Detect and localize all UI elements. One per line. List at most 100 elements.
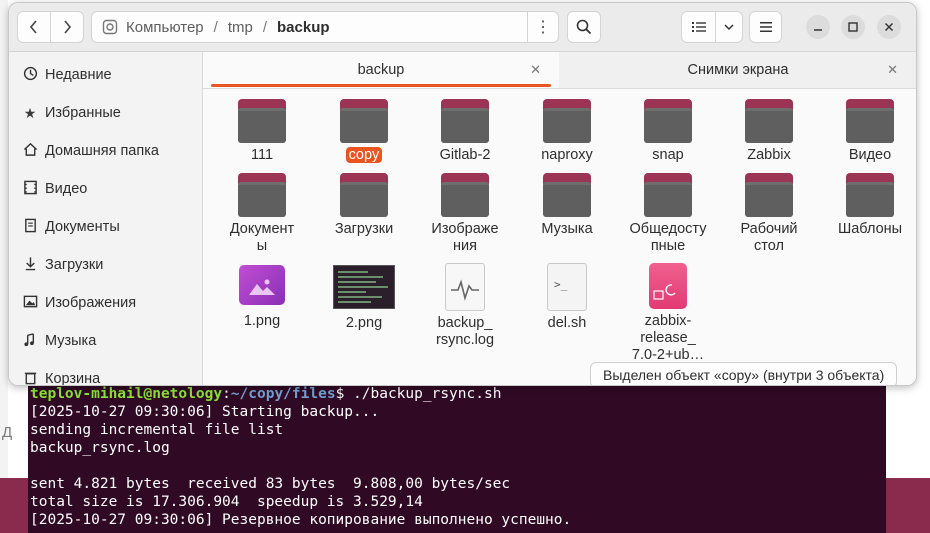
sidebar-item-label: Домашняя папка — [45, 143, 159, 159]
back-button[interactable] — [17, 11, 51, 43]
folder-item[interactable]: Рабочий стол — [719, 173, 819, 255]
file-item[interactable]: zabbix-release_ 7.0-2+ub… — [618, 263, 718, 364]
desktop-background — [0, 0, 8, 533]
folder-item[interactable]: Загрузки — [314, 173, 414, 238]
file-label: backup_ rsync.log — [415, 315, 515, 349]
file-label: 2.png — [314, 315, 414, 332]
home-icon — [21, 142, 39, 160]
folder-icon — [543, 173, 591, 217]
folder-item[interactable]: 111 — [212, 99, 312, 164]
folder-icon — [644, 173, 692, 217]
file-label-line: Шаблоны — [837, 221, 903, 237]
terminal-line: [2025-10-27 09:30:06] Резервное копирова… — [30, 512, 572, 528]
path-separator: / — [213, 18, 218, 36]
folder-icon — [441, 173, 489, 217]
file-label: Zabbix — [747, 147, 791, 163]
star-icon: ★ — [23, 104, 37, 121]
sidebar-item-documents[interactable]: Документы — [9, 208, 202, 246]
file-item[interactable]: 2.png — [314, 265, 414, 332]
terminal-window[interactable]: teplov-mihail@netology:~/copy/files$ ./b… — [28, 380, 886, 533]
folder-item[interactable]: Видео — [820, 99, 916, 164]
log-file-icon — [445, 263, 485, 311]
folder-item[interactable]: Музыка — [517, 173, 617, 238]
sidebar-item-label: Корзина — [45, 371, 101, 386]
download-icon — [21, 256, 39, 274]
close-tab-icon[interactable]: ✕ — [530, 62, 541, 78]
sidebar-item-trash[interactable]: Корзина — [9, 360, 202, 386]
path-menu-button[interactable]: ⋮ — [527, 12, 558, 42]
folder-item[interactable]: Zabbix — [719, 99, 819, 164]
path-segment-current[interactable]: backup — [277, 19, 330, 36]
sidebar-item-label: Избранные — [45, 105, 121, 121]
sidebar-item-music[interactable]: Музыка — [9, 322, 202, 360]
image-icon — [21, 294, 39, 312]
drive-icon — [102, 19, 118, 35]
sidebar-item-recent[interactable]: Недавние — [9, 56, 202, 94]
search-icon — [576, 19, 592, 35]
search-button[interactable] — [567, 11, 601, 43]
file-label-line: ы — [256, 238, 268, 254]
file-label: Изображе ния — [415, 221, 515, 255]
file-label: zabbix-release_ 7.0-2+ub… — [618, 313, 718, 364]
file-label-line: Загрузки — [334, 221, 394, 237]
file-item[interactable]: 1.png — [212, 265, 312, 330]
close-tab-icon[interactable]: ✕ — [887, 62, 898, 78]
folder-item[interactable]: Докумeнт ы — [212, 173, 312, 255]
file-manager-window: Компьютер / tmp / backup ⋮ Недавние ★ Из… — [8, 2, 917, 386]
file-label-line: Рабочий — [740, 221, 798, 237]
sidebar-item-starred[interactable]: ★ Избранные — [9, 94, 202, 132]
trash-icon — [21, 370, 39, 385]
file-label-line: стол — [754, 238, 784, 254]
path-bar[interactable]: Компьютер / tmp / backup ⋮ — [91, 11, 559, 43]
tab-label: backup — [357, 62, 405, 78]
file-label: Gitlab-2 — [439, 147, 491, 163]
folder-icon — [745, 173, 793, 217]
minimize-button[interactable] — [806, 15, 830, 39]
close-button[interactable] — [877, 15, 901, 39]
shell-script-icon: >_ — [547, 263, 587, 311]
view-mode-button[interactable] — [681, 11, 716, 43]
minimize-icon — [814, 29, 822, 31]
file-item[interactable]: >_ del.sh — [517, 263, 617, 332]
folder-item[interactable]: Изображе ния — [415, 173, 515, 255]
clock-icon — [21, 66, 39, 84]
selected-label: copy — [345, 147, 383, 163]
file-label-line: Докумeнт — [229, 221, 295, 237]
file-label: Общедосту пные — [618, 221, 718, 255]
main-menu-button[interactable] — [749, 11, 782, 43]
tab-backup[interactable]: backup ✕ — [203, 52, 559, 88]
file-label-line: Изображе — [431, 221, 499, 237]
folder-icon — [745, 99, 793, 143]
terminal-line: sending incremental file list — [30, 422, 284, 438]
forward-button[interactable] — [50, 11, 84, 43]
sidebar-item-downloads[interactable]: Загрузки — [9, 246, 202, 284]
sidebar-item-pictures[interactable]: Изображения — [9, 284, 202, 322]
file-item[interactable]: backup_ rsync.log — [415, 263, 515, 349]
sidebar-item-home[interactable]: Домашняя папка — [9, 132, 202, 170]
folder-item[interactable]: naproxy — [517, 99, 617, 164]
film-icon — [21, 180, 39, 198]
file-label-line: Музыка — [541, 221, 593, 237]
folder-item-selected[interactable]: copy — [314, 99, 414, 164]
folder-item[interactable]: snap — [618, 99, 718, 164]
view-options-dropdown[interactable] — [715, 11, 743, 43]
sidebar-item-videos[interactable]: Видео — [9, 170, 202, 208]
chevron-down-icon — [724, 24, 734, 31]
prompt-path: ~/copy/files — [230, 386, 336, 402]
path-segment-computer[interactable]: Компьютер — [126, 19, 204, 36]
folder-icon — [846, 173, 894, 217]
maximize-icon — [848, 22, 858, 32]
folder-item[interactable]: Gitlab-2 — [415, 99, 515, 164]
file-label: Шаблоны — [820, 221, 916, 238]
path-segment-tmp[interactable]: tmp — [228, 19, 253, 36]
file-label-line: 1.png — [243, 313, 281, 329]
maximize-button[interactable] — [841, 15, 865, 39]
selection-status-bubble: Выделен объект «copy» (внутри 3 объекта) — [590, 362, 898, 385]
folder-item[interactable]: Шаблоны — [820, 173, 916, 238]
file-label: copy — [314, 147, 414, 164]
sidebar-item-label: Музыка — [45, 333, 97, 349]
tab-screenshots[interactable]: Снимки экрана ✕ — [560, 52, 916, 88]
folder-item[interactable]: Общедосту пные — [618, 173, 718, 255]
screenshot-thumbnail-icon — [333, 265, 395, 309]
terminal-line: [2025-10-27 09:30:06] Starting backup... — [30, 404, 380, 420]
